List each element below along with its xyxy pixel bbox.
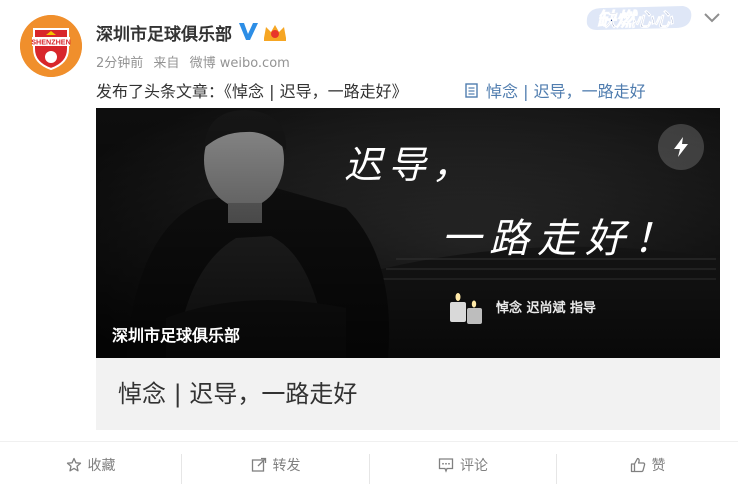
user-card-badge[interactable]: 缺燃心心 — [583, 2, 695, 34]
weibo-post: SHENZHEN 深圳市足球俱乐部 2分钟前 来自 微博 weibo.com 缺… — [0, 0, 738, 487]
memorial-caption: 悼念 迟尚斌 指导 — [496, 301, 597, 316]
chevron-down-icon[interactable] — [702, 11, 722, 25]
lightning-icon — [674, 137, 688, 157]
cover-club-label: 深圳市足球俱乐部 — [112, 326, 241, 345]
club-logo-icon: SHENZHEN — [20, 15, 82, 77]
article-card-title: 悼念 | 迟导，一路走好 — [118, 380, 358, 408]
article-cover-image: 迟导， 一路走好！ 悼念 迟尚斌 指导 深圳市足球俱乐部 — [96, 108, 720, 358]
like-label: 赞 — [651, 458, 666, 474]
post-time[interactable]: 2分钟前 — [96, 56, 143, 71]
thumbs-up-icon — [630, 457, 645, 473]
verified-v-icon — [239, 23, 258, 40]
cover-headline-line2: 一路走好！ — [441, 216, 681, 262]
repost-button[interactable]: 转发 — [182, 442, 369, 487]
repost-label: 转发 — [272, 458, 301, 474]
username[interactable]: 深圳市足球俱乐部 — [96, 20, 232, 45]
avatar[interactable]: SHENZHEN — [20, 15, 82, 77]
post-source: 微博 weibo.com — [189, 56, 290, 71]
flash-button[interactable] — [658, 124, 704, 170]
article-link-text: 悼念 | 迟导，一路走好 — [486, 82, 646, 101]
action-bar: 收藏 转发 评论 赞 — [0, 441, 738, 487]
article-card[interactable]: 迟导， 一路走好！ 悼念 迟尚斌 指导 深圳市足球俱乐部 悼念 | 迟导，一路走… — [96, 108, 720, 430]
share-icon — [251, 457, 266, 472]
badge-text: 缺燃心心 — [597, 9, 674, 31]
post-text: 发布了头条文章：《悼念 | 迟导，一路走好》 — [96, 82, 408, 101]
star-icon — [66, 457, 81, 472]
avatar-text: SHENZHEN — [31, 38, 71, 47]
post-meta: 2分钟前 来自 微博 weibo.com — [96, 52, 296, 71]
comment-label: 评论 — [460, 458, 488, 474]
comment-button[interactable]: 评论 — [370, 442, 556, 487]
favorite-button[interactable]: 收藏 — [0, 442, 181, 487]
source-prefix: 来自 — [153, 56, 180, 71]
crown-vip-icon[interactable] — [262, 22, 288, 42]
article-icon — [465, 82, 478, 98]
favorite-label: 收藏 — [87, 458, 116, 474]
candle-icon — [450, 293, 482, 324]
comment-icon — [438, 458, 454, 473]
like-button[interactable]: 赞 — [557, 442, 738, 487]
cover-headline-line1: 迟导， — [344, 143, 477, 187]
article-link[interactable]: 悼念 | 迟导，一路走好 — [465, 78, 646, 102]
